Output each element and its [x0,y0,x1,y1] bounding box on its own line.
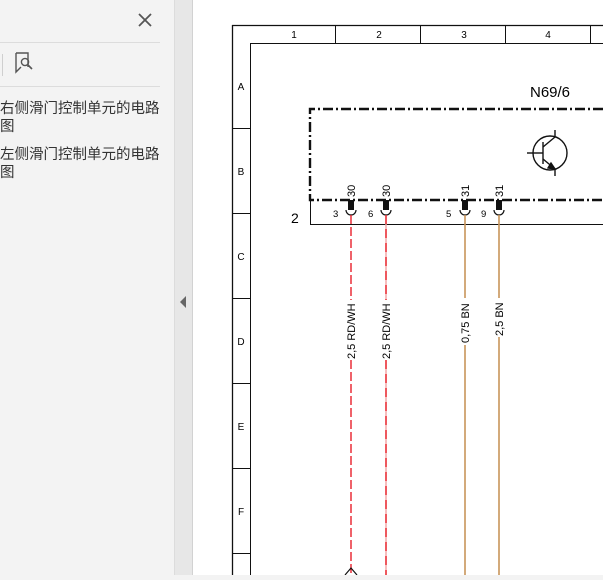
transistor-icon [527,130,568,176]
row-label: A [238,82,245,93]
svg-text:30: 30 [381,185,393,197]
divider [0,42,160,43]
wire-label: 2,5 RD/WH [381,303,393,359]
svg-text:31: 31 [494,185,506,197]
connector-pin: 31 9 [481,185,506,220]
wire-label: 0,75 BN [460,303,472,343]
row-label: D [237,337,244,348]
circuit-diagram: 1 2 3 4 A B C D E F N69/6 2 30 3 30 6 31… [231,24,603,575]
column-label: 3 [461,30,467,41]
toolbar-separator [2,54,3,76]
document-view[interactable]: 1 2 3 4 A B C D E F N69/6 2 30 3 30 6 31… [193,0,603,575]
connector-pin: 30 3 [333,185,358,220]
wire-label: 2,5 BN [494,302,506,336]
svg-text:3: 3 [333,209,338,220]
svg-text:5: 5 [446,209,451,220]
find-bookmark-button[interactable] [11,51,37,77]
close-icon [138,13,152,27]
collapse-panel-handle[interactable] [175,0,193,575]
row-label: C [237,252,244,263]
row-label: E [238,422,245,433]
svg-text:30: 30 [346,185,358,197]
bookmark-search-icon [15,52,33,74]
wire: 2,5 RD/WH [344,215,358,575]
wire: 0,75 BN [460,215,472,575]
collapse-left-icon [180,296,186,308]
row-label: F [238,507,244,518]
svg-text:9: 9 [481,209,486,220]
wire-label: 2,5 RD/WH [346,303,358,359]
wire: 2,5 RD/WH [381,215,393,575]
connector-pin: 31 5 [446,185,472,220]
connector-pin: 30 6 [368,185,393,220]
column-label: 1 [291,30,297,41]
divider [0,86,160,87]
column-label: 4 [545,30,551,41]
close-panel-button[interactable] [134,9,156,31]
column-label: 2 [376,30,382,41]
bookmark-item[interactable]: 左侧滑门控制单元的电路图 [0,146,170,182]
bookmark-item[interactable]: 右侧滑门控制单元的电路图 [0,100,170,136]
bookmarks-panel: 右侧滑门控制单元的电路图 左侧滑门控制单元的电路图 [0,0,175,575]
svg-text:31: 31 [460,185,472,197]
row-label: B [238,167,245,178]
wire: 2,5 BN [494,215,506,575]
component-id: N69/6 [530,84,570,101]
connector-id: 2 [291,210,299,226]
svg-text:6: 6 [368,209,373,220]
